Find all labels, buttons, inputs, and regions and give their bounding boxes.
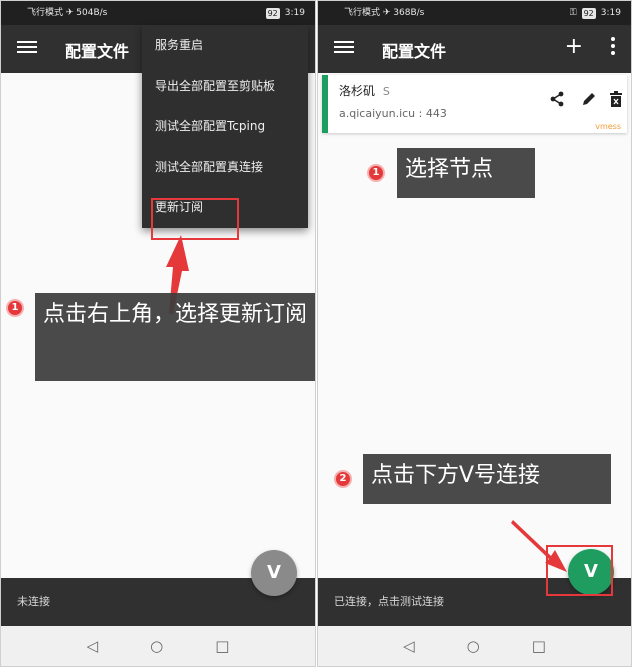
- callout-select-node: 选择节点: [397, 148, 535, 198]
- status-bar: 飞行模式 ✈ 504B/s 92 3:19: [1, 1, 315, 25]
- key-icon: ⚿: [569, 8, 577, 18]
- page-title: 配置文件: [65, 42, 130, 61]
- menu-item-test-real-connection[interactable]: 测试全部配置真连接: [142, 147, 308, 188]
- share-icon[interactable]: [549, 91, 565, 111]
- status-network: 飞行模式 ✈ 504B/s: [27, 8, 108, 18]
- app-bar: 配置文件 +: [318, 25, 631, 73]
- callout-text: 选择节点: [405, 157, 494, 182]
- callout-text: 点击下方V号连接: [371, 463, 541, 488]
- annotation-arrow: [511, 520, 567, 572]
- hamburger-menu-icon[interactable]: [334, 38, 354, 58]
- connection-status-text: 已连接，点击测试连接: [334, 595, 444, 608]
- pencil-icon[interactable]: [581, 91, 597, 111]
- battery-indicator: 92: [265, 7, 280, 19]
- system-nav-bar: ◁ ○ □: [1, 626, 315, 666]
- status-time: 3:19: [600, 8, 621, 18]
- v-icon: V: [267, 562, 281, 583]
- nav-recent-icon[interactable]: □: [215, 637, 229, 655]
- hamburger-menu-icon[interactable]: [17, 38, 37, 58]
- status-bar: 飞行模式 ✈ 368B/s ⚿ 92 3:19: [318, 1, 631, 25]
- callout-instruction: 点击右上角，选择更新订阅: [35, 293, 315, 381]
- protocol-label: vmess: [595, 122, 621, 131]
- status-time: 3:19: [284, 8, 305, 18]
- menu-item-restart-service[interactable]: 服务重启: [142, 25, 308, 66]
- server-name: 洛杉矶: [339, 84, 376, 98]
- trash-icon[interactable]: [609, 91, 623, 111]
- step-badge: 1: [367, 164, 385, 182]
- step-badge: 1: [6, 299, 24, 317]
- nav-home-icon[interactable]: ○: [150, 637, 163, 655]
- system-nav-bar: ◁ ○ □: [318, 626, 631, 666]
- server-address: a.qicaiyun.icu : 443: [339, 107, 447, 120]
- right-phone-screen: 飞行模式 ✈ 368B/s ⚿ 92 3:19 配置文件 + 洛杉矶 S a.q…: [317, 0, 632, 667]
- connect-fab[interactable]: V: [251, 550, 297, 596]
- nav-back-icon[interactable]: ◁: [403, 637, 415, 655]
- add-icon[interactable]: +: [565, 34, 583, 60]
- page-title: 配置文件: [382, 42, 447, 61]
- nav-back-icon[interactable]: ◁: [87, 637, 99, 655]
- more-vert-icon[interactable]: [611, 37, 615, 58]
- status-network: 飞行模式 ✈ 368B/s: [344, 8, 425, 18]
- left-phone-screen: 飞行模式 ✈ 504B/s 92 3:19 配置文件 未连接 ◁ ○ □ V 服…: [0, 0, 316, 667]
- server-card[interactable]: 洛杉矶 S a.qicaiyun.icu : 443 vmess: [322, 75, 627, 133]
- menu-item-test-tcping[interactable]: 测试全部配置Tcping: [142, 106, 308, 147]
- step-badge: 2: [334, 470, 352, 488]
- battery-indicator: 92: [581, 7, 596, 19]
- nav-recent-icon[interactable]: □: [532, 637, 546, 655]
- callout-connect: 点击下方V号连接: [363, 454, 611, 504]
- nav-home-icon[interactable]: ○: [467, 637, 480, 655]
- menu-item-export-clipboard[interactable]: 导出全部配置至剪贴板: [142, 66, 308, 107]
- server-tag: S: [382, 85, 390, 98]
- callout-text: 点击右上角，选择更新订阅: [43, 302, 308, 327]
- connection-status-text: 未连接: [17, 595, 50, 608]
